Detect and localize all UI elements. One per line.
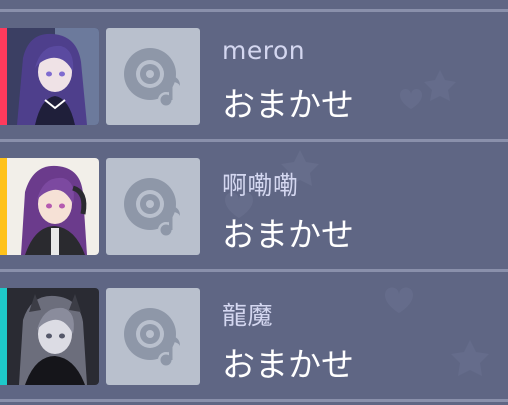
- player-name: 啊嘞嘞: [222, 171, 299, 200]
- row-divider: [0, 399, 508, 402]
- row-divider: [0, 269, 508, 272]
- song-jacket: [106, 288, 200, 385]
- music-disc-icon: [124, 48, 180, 108]
- song-title: おまかせ: [222, 215, 354, 254]
- song-jacket: [106, 158, 200, 255]
- song-jacket: [106, 28, 200, 125]
- player-row[interactable]: 龍魔 おまかせ: [0, 274, 508, 399]
- player-name: meron: [222, 36, 306, 65]
- row-divider: [0, 9, 508, 12]
- music-disc-icon: [124, 178, 180, 238]
- player-avatar-icon: [7, 28, 99, 125]
- player-color-bar: [0, 158, 7, 255]
- player-avatar-icon: [7, 158, 99, 255]
- player-name: 龍魔: [222, 301, 274, 330]
- song-title: おまかせ: [222, 345, 354, 384]
- player-color-bar: [0, 288, 7, 385]
- player-list: meron おまかせ 啊嘞嘞 おまかせ 龍魔 おまかせ: [0, 0, 508, 405]
- song-title: おまかせ: [222, 85, 354, 124]
- player-row[interactable]: meron おまかせ: [0, 14, 508, 139]
- row-divider: [0, 139, 508, 142]
- player-row[interactable]: 啊嘞嘞 おまかせ: [0, 144, 508, 269]
- player-avatar-icon: [7, 288, 99, 385]
- player-color-bar: [0, 28, 7, 125]
- music-disc-icon: [124, 308, 180, 368]
